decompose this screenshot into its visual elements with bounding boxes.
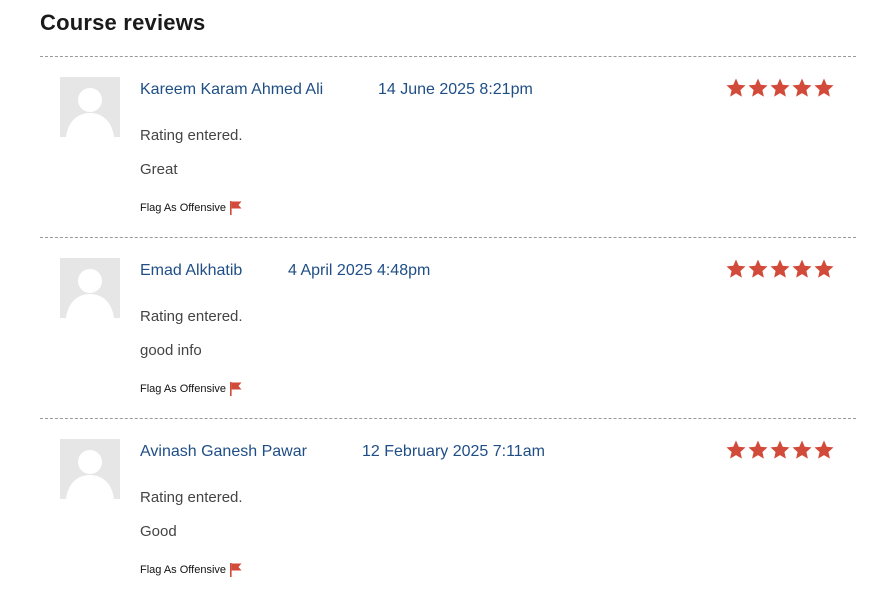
flag-offensive-link[interactable]: Flag As Offensive	[140, 563, 242, 577]
star-icon	[770, 259, 790, 278]
star-icon	[726, 259, 746, 278]
flag-offensive-link[interactable]: Flag As Offensive	[140, 201, 242, 215]
star-rating	[726, 78, 836, 98]
star-icon	[748, 440, 768, 459]
avatar[interactable]	[60, 258, 120, 318]
review-date: 14 June 2025 8:21pm	[378, 81, 533, 98]
reviews-list: Kareem Karam Ahmed Ali 14 June 2025 8:21…	[40, 56, 856, 599]
flag-label: Flag As Offensive	[140, 383, 227, 395]
avatar[interactable]	[60, 77, 120, 137]
review-date: 12 February 2025 7:11am	[362, 443, 545, 460]
flag-icon	[230, 563, 242, 577]
flag-label: Flag As Offensive	[140, 202, 227, 214]
avatar[interactable]	[60, 439, 120, 499]
review-author[interactable]: Kareem Karam Ahmed Ali	[140, 81, 323, 99]
review-item: Avinash Ganesh Pawar 12 February 2025 7:…	[40, 418, 856, 599]
flag-offensive-link[interactable]: Flag As Offensive	[140, 382, 242, 396]
user-silhouette-icon	[66, 88, 114, 137]
star-icon	[814, 78, 834, 97]
star-icon	[792, 78, 812, 97]
review-item: Emad Alkhatib 4 April 2025 4:48pm Rating…	[40, 237, 856, 418]
page-title: Course reviews	[40, 10, 206, 35]
review-author[interactable]: Avinash Ganesh Pawar	[140, 443, 307, 461]
star-icon	[792, 259, 812, 278]
star-icon	[770, 78, 790, 97]
star-rating	[726, 259, 836, 279]
review-author[interactable]: Emad Alkhatib	[140, 262, 242, 280]
star-icon	[814, 440, 834, 459]
star-icon	[748, 259, 768, 278]
star-icon	[748, 78, 768, 97]
star-rating	[726, 440, 836, 460]
star-icon	[726, 440, 746, 459]
rating-status: Rating entered.	[140, 308, 243, 325]
review-date: 4 April 2025 4:48pm	[288, 262, 431, 279]
star-icon	[814, 259, 834, 278]
user-silhouette-icon	[66, 269, 114, 318]
review-comment: Great	[140, 161, 178, 178]
review-comment: Good	[140, 523, 177, 540]
flag-label: Flag As Offensive	[140, 564, 227, 576]
flag-icon	[230, 382, 242, 396]
rating-status: Rating entered.	[140, 127, 243, 144]
flag-icon	[230, 201, 242, 215]
star-icon	[726, 78, 746, 97]
review-item: Kareem Karam Ahmed Ali 14 June 2025 8:21…	[40, 56, 856, 237]
rating-status: Rating entered.	[140, 489, 243, 506]
star-icon	[792, 440, 812, 459]
review-comment: good info	[140, 342, 202, 359]
star-icon	[770, 440, 790, 459]
user-silhouette-icon	[66, 450, 114, 499]
